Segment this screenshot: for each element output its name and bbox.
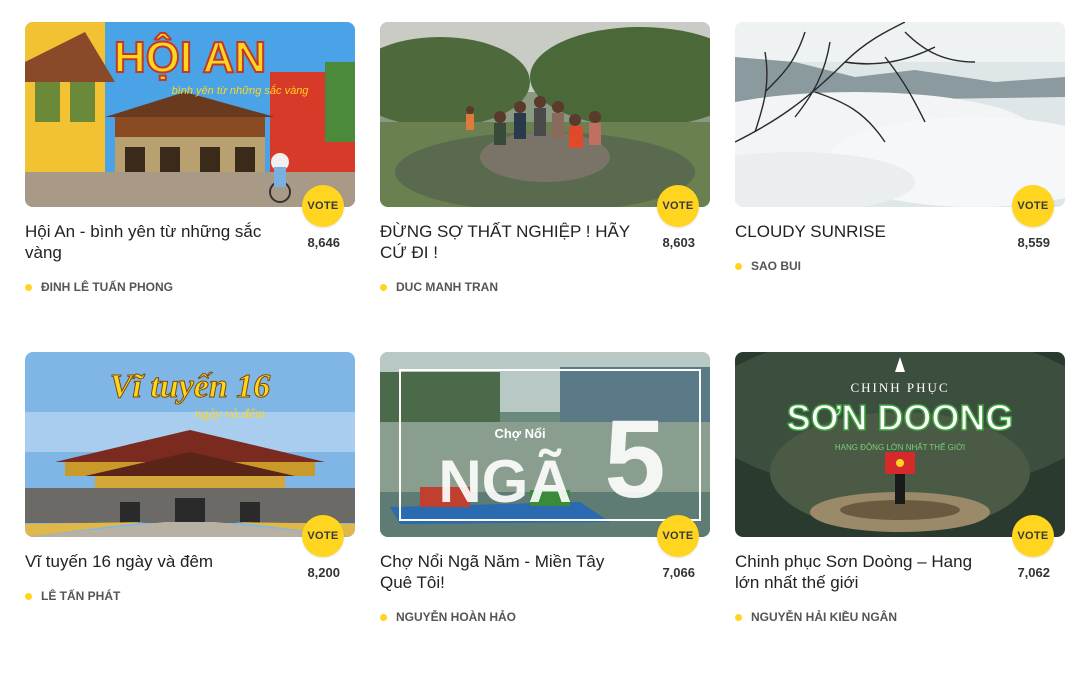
- story-thumbnail[interactable]: CHINH PHỤC SƠN DOONG HANG ĐỘNG LỚN NHẤT …: [735, 352, 1065, 537]
- vote-button[interactable]: VOTE: [1012, 185, 1054, 227]
- story-thumbnail[interactable]: [380, 22, 710, 207]
- author-name: NGUYỄN HẢI KIỀU NGÂN: [751, 610, 898, 624]
- story-thumbnail[interactable]: Chợ Nổi NGÃ 5: [380, 352, 710, 537]
- vote-button[interactable]: VOTE: [302, 515, 344, 557]
- group-photo-image: [380, 22, 710, 207]
- floating-market-image: Chợ Nổi NGÃ 5: [380, 352, 710, 537]
- author-link[interactable]: LÊ TẤN PHÁT: [25, 589, 120, 603]
- thumb-heading: HỘI AN: [114, 31, 266, 82]
- author-link[interactable]: DUC MANH TRAN: [380, 280, 498, 294]
- author-link[interactable]: ĐINH LÊ TUẤN PHONG: [25, 280, 173, 294]
- author-name: SAO BUI: [751, 259, 802, 273]
- thumb-subheading: bình yên từ những sắc vàng: [172, 84, 310, 97]
- story-card: Vĩ tuyến 16 ngày và đêm VOTE 8,200 Vĩ tu…: [25, 352, 355, 682]
- thumb-heading: Chợ Nổi: [494, 426, 545, 441]
- vote-button[interactable]: VOTE: [657, 515, 699, 557]
- thumb-subheading: ngày và đêm: [195, 407, 266, 422]
- story-thumbnail[interactable]: HỘI AN bình yên từ những sắc vàng: [25, 22, 355, 207]
- citadel-gate-image: Vĩ tuyến 16 ngày và đêm: [25, 352, 355, 537]
- author-dot-icon: [735, 613, 742, 621]
- thumb-big-text: SƠN DOONG: [787, 397, 1014, 438]
- author-link[interactable]: NGUYỄN HOÀN HẢO: [380, 610, 516, 624]
- thumb-subheading: HANG ĐỘNG LỚN NHẤT THẾ GIỚI: [835, 442, 965, 452]
- story-title[interactable]: Chợ Nổi Ngã Năm - Miền Tây Quê Tôi!: [380, 551, 630, 593]
- author-name: DUC MANH TRAN: [396, 280, 498, 294]
- author-name: NGUYỄN HOÀN HẢO: [396, 610, 517, 624]
- vote-count: 8,559: [1017, 235, 1050, 250]
- vote-count: 8,603: [662, 235, 695, 250]
- thumb-heading: CHINH PHỤC: [850, 380, 949, 395]
- hoi-an-image: HỘI AN bình yên từ những sắc vàng: [25, 22, 355, 207]
- cave-image: CHINH PHỤC SƠN DOONG HANG ĐỘNG LỚN NHẤT …: [735, 352, 1065, 537]
- vote-button[interactable]: VOTE: [1012, 515, 1054, 557]
- author-dot-icon: [25, 592, 32, 600]
- story-card: HỘI AN bình yên từ những sắc vàng VOTE 8…: [25, 22, 355, 352]
- author-dot-icon: [735, 262, 742, 270]
- thumb-heading: Vĩ tuyến 16: [110, 368, 271, 405]
- thumb-big-text: NGÃ: [438, 448, 571, 515]
- vote-count: 8,646: [307, 235, 340, 250]
- story-card: VOTE 8,603 ĐỪNG SỢ THẤT NGHIỆP ! HÃY CỨ …: [380, 22, 710, 352]
- thumb-number: 5: [604, 398, 665, 521]
- author-name: ĐINH LÊ TUẤN PHONG: [41, 280, 173, 294]
- story-thumbnail[interactable]: Vĩ tuyến 16 ngày và đêm: [25, 352, 355, 537]
- story-card: Chợ Nổi NGÃ 5 VOTE 7,066 Chợ Nổi Ngã Năm…: [380, 352, 710, 682]
- story-title[interactable]: Hội An - bình yên từ những sắc vàng: [25, 221, 275, 263]
- author-link[interactable]: NGUYỄN HẢI KIỀU NGÂN: [735, 610, 897, 624]
- story-grid: HỘI AN bình yên từ những sắc vàng VOTE 8…: [25, 22, 1065, 682]
- vote-count: 7,066: [662, 565, 695, 580]
- story-title[interactable]: Chinh phục Sơn Doòng – Hang lớn nhất thế…: [735, 551, 985, 593]
- story-title[interactable]: ĐỪNG SỢ THẤT NGHIỆP ! HÃY CỨ ĐI !: [380, 221, 630, 263]
- vote-count: 7,062: [1017, 565, 1050, 580]
- author-link[interactable]: SAO BUI: [735, 259, 801, 273]
- author-dot-icon: [380, 613, 387, 621]
- story-card: VOTE 8,559 CLOUDY SUNRISE SAO BUI: [735, 22, 1065, 352]
- vote-button[interactable]: VOTE: [657, 185, 699, 227]
- vote-count: 8,200: [307, 565, 340, 580]
- author-dot-icon: [380, 283, 387, 291]
- cloud-sea-image: [735, 22, 1065, 207]
- story-card: CHINH PHỤC SƠN DOONG HANG ĐỘNG LỚN NHẤT …: [735, 352, 1065, 682]
- story-title[interactable]: Vĩ tuyến 16 ngày và đêm: [25, 551, 275, 572]
- vote-button[interactable]: VOTE: [302, 185, 344, 227]
- author-name: LÊ TẤN PHÁT: [41, 589, 121, 603]
- story-title[interactable]: CLOUDY SUNRISE: [735, 221, 985, 242]
- author-dot-icon: [25, 283, 32, 291]
- story-thumbnail[interactable]: [735, 22, 1065, 207]
